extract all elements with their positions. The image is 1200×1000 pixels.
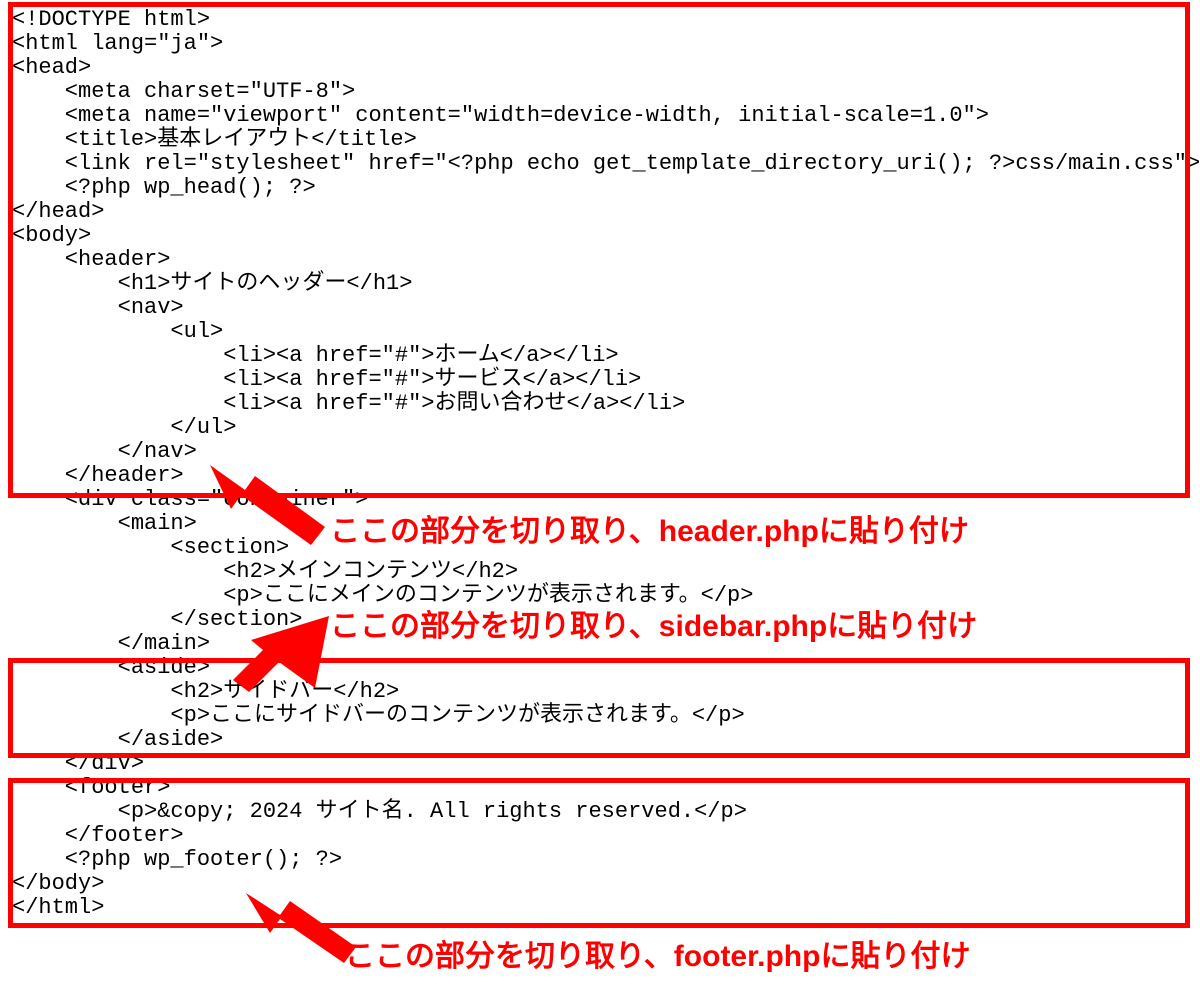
header-annotation: ここの部分を切り取り、header.phpに貼り付け (330, 520, 969, 544)
arrow-icon (200, 455, 330, 545)
sidebar-section-box (8, 658, 1190, 758)
footer-section-box (8, 778, 1190, 928)
arrow-icon (238, 885, 358, 965)
sidebar-annotation: ここの部分を切り取り、sidebar.phpに貼り付け (330, 615, 977, 639)
arrow-icon (225, 612, 335, 692)
header-section-box (8, 2, 1190, 498)
footer-annotation: ここの部分を切り取り、footer.phpに貼り付け (345, 945, 970, 969)
